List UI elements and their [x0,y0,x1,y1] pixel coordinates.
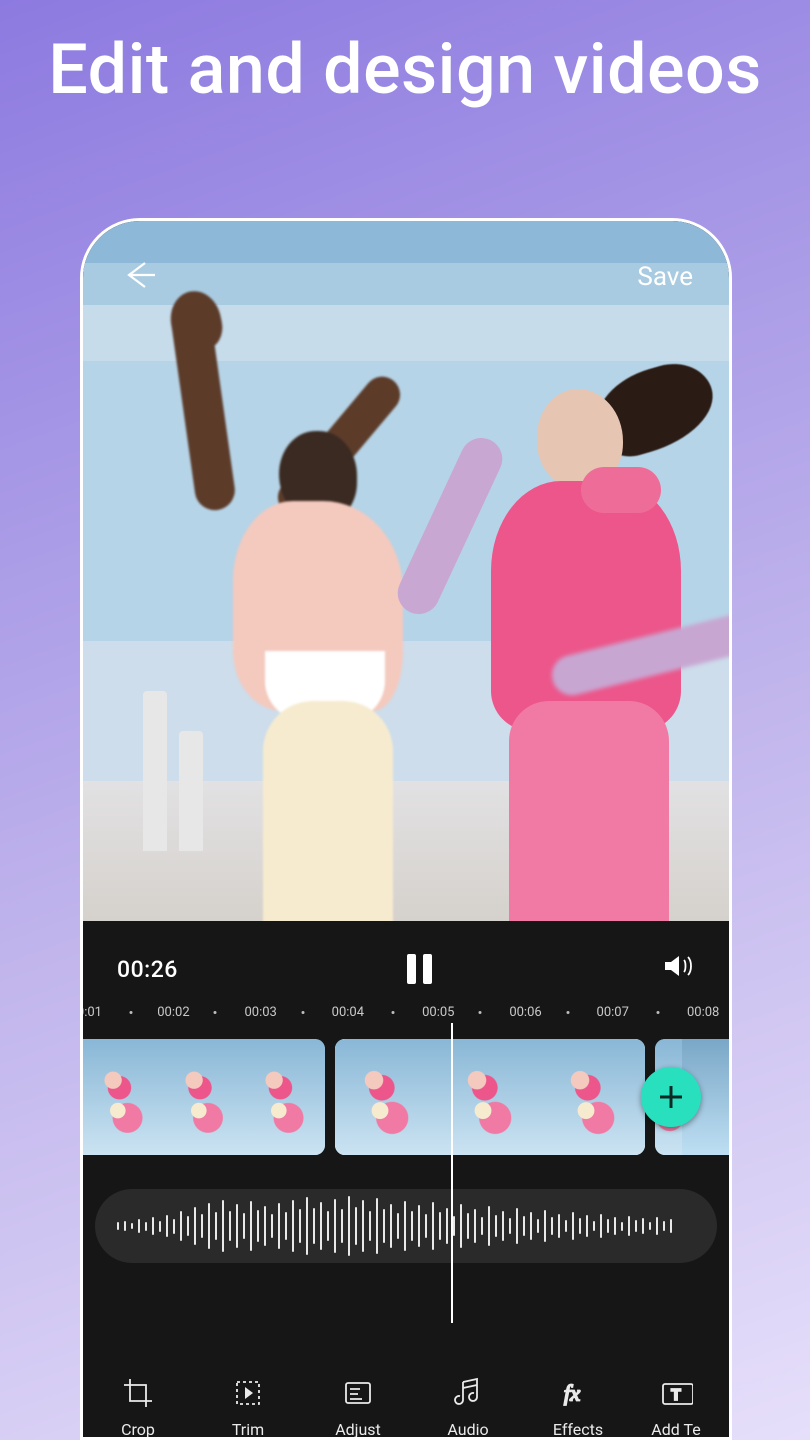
tool-trim[interactable]: Trim [193,1376,303,1439]
tool-bar: Crop Trim Adjust Audio fx Effects T Add … [83,1323,729,1440]
promo-headline: Edit and design videos [48,34,762,108]
tool-label: Trim [232,1420,264,1439]
svg-text:fx: fx [564,1381,580,1406]
audio-waveform[interactable] [95,1189,717,1263]
ruler-tick: 00:07 [597,1005,629,1020]
clip-2-selected[interactable] [335,1039,645,1155]
clip-1[interactable] [83,1039,325,1155]
transport-bar: 00:26 [83,921,729,999]
tool-label: Add Te [651,1420,700,1439]
clip-track[interactable] [83,1039,729,1155]
tool-label: Crop [121,1420,155,1439]
ruler-tick: 00:02 [157,1005,189,1020]
volume-icon[interactable] [661,949,695,989]
back-arrow-icon[interactable] [119,255,159,299]
ruler-tick: 00:06 [509,1005,541,1020]
svg-text:T: T [671,1385,681,1404]
ruler-tick: 00:03 [244,1005,276,1020]
tool-add-text[interactable]: T Add Te [633,1376,719,1439]
dancer-right-decor [399,341,729,921]
ruler-tick: 00:08 [687,1005,719,1020]
tool-crop[interactable]: Crop [83,1376,193,1439]
dancer-left-decor [153,291,433,911]
video-preview[interactable]: Save [83,221,729,921]
tool-label: Adjust [335,1420,381,1439]
ruler-tick: 00:04 [332,1005,364,1020]
save-button[interactable]: Save [637,262,693,292]
ruler-tick: 0:01 [80,1005,102,1020]
time-ruler[interactable]: 0:01 00:02 00:03 00:04 00:05 00:06 00:07… [83,1005,729,1031]
phone-screen: Save 00:26 0:01 00:02 00:03 00:04 00:05 … [80,218,732,1440]
current-time: 00:26 [117,956,178,983]
pause-icon[interactable] [407,954,432,984]
tool-effects[interactable]: fx Effects [523,1376,633,1439]
add-clip-button[interactable] [641,1067,701,1127]
editor-panel: 00:26 0:01 00:02 00:03 00:04 00:05 00:06… [83,921,729,1440]
tool-audio[interactable]: Audio [413,1376,523,1439]
ruler-tick: 00:05 [422,1005,454,1020]
tool-label: Effects [553,1420,603,1439]
tool-adjust[interactable]: Adjust [303,1376,413,1439]
preview-top-bar: Save [83,255,729,299]
tool-label: Audio [447,1420,488,1439]
playhead[interactable] [451,1023,453,1323]
